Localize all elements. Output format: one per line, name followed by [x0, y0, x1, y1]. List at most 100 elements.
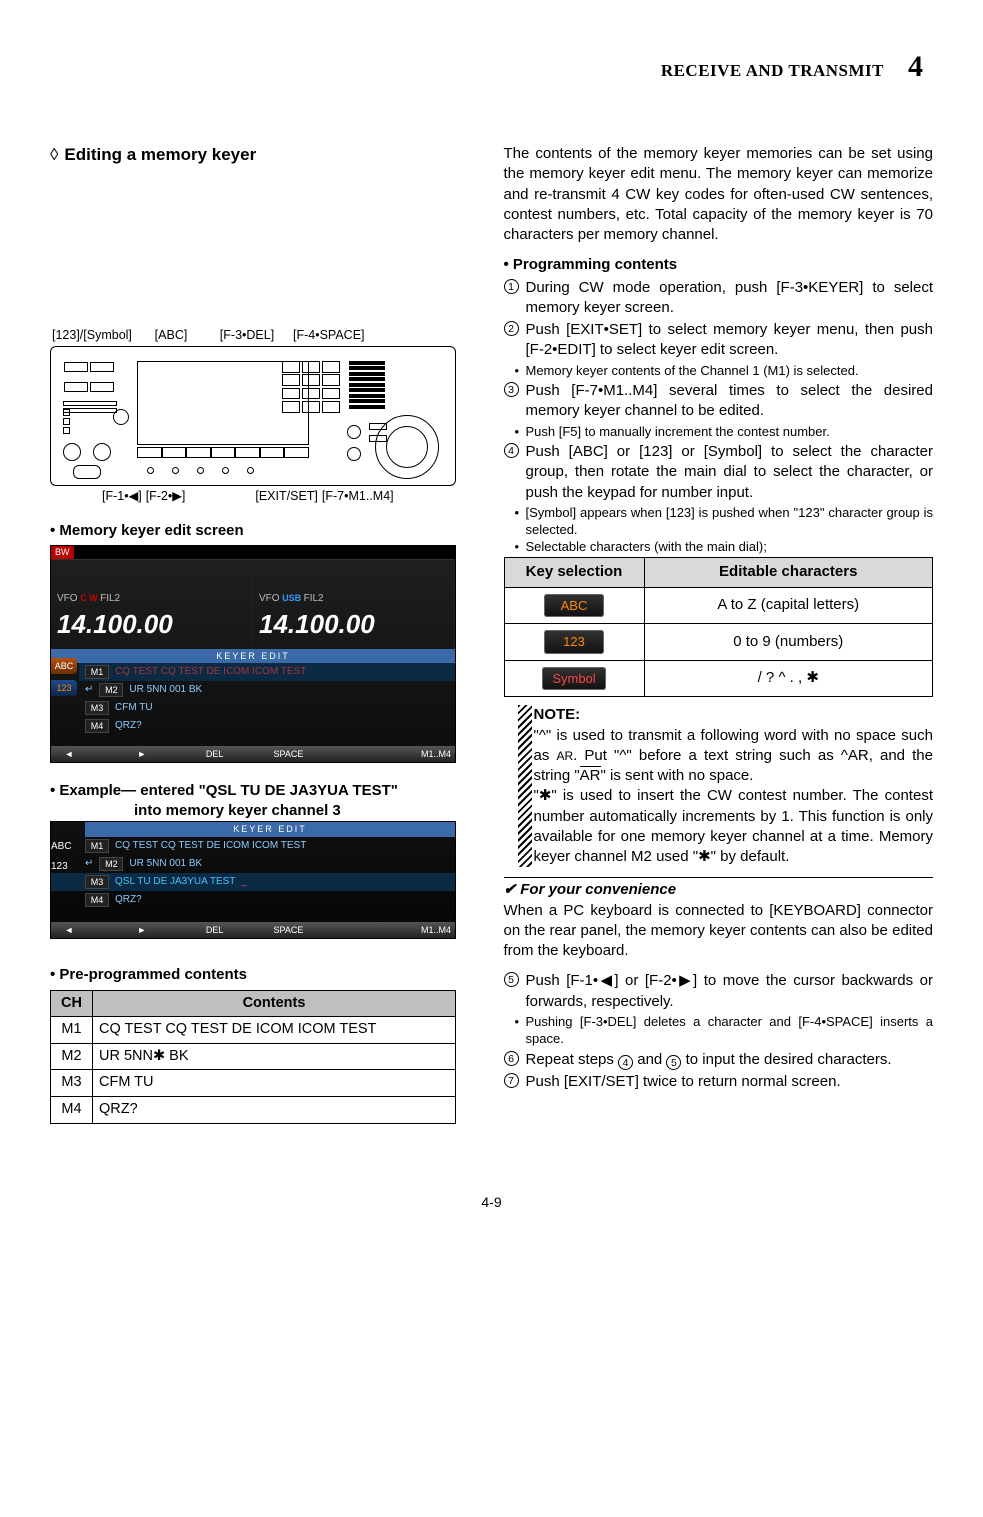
step-5: 5 Push [F-1•◀] or [F-2•▶] to move the cur…	[504, 971, 934, 1012]
step-num-6: 6	[504, 1051, 519, 1066]
shot1: BW VFO C W FIL2 14.100.00 VFO USB	[50, 545, 456, 763]
page-footer: 4-9	[50, 1194, 933, 1210]
pre-th-row: CH Contents	[51, 990, 456, 1017]
shot2-m4: M4 QRZ?	[51, 891, 455, 909]
shot1-ke-label: KEYER EDIT	[51, 649, 455, 663]
shot1-softkeys: ◄ ► DEL SPACE M1..M4	[51, 746, 455, 762]
radio-pill	[73, 465, 101, 479]
step-list-4: 4Push [ABC] or [123] or [Symbol] to sele…	[504, 442, 934, 503]
shot1-m3-t: CFM TU	[115, 701, 153, 715]
kt-r1-key: ABC	[504, 587, 644, 624]
kt-row-2: 123 0 to 9 (numbers)	[504, 624, 933, 661]
sk2-right-icon: ►	[128, 924, 156, 936]
subheading-row: ◊ Editing a memory keyer	[50, 144, 480, 167]
radio-diagram-block: [123]/[Symbol] [ABC] [F-3•DEL] [F-4•SPAC…	[50, 327, 480, 505]
shot2-tab-abc: ABC	[51, 840, 72, 854]
shot1-usb: USB	[282, 593, 301, 603]
badge-symbol: Symbol	[542, 667, 605, 691]
shot1-m1-t: CQ TEST CQ TEST DE ICOM ICOM TEST	[115, 665, 306, 679]
kt-r3-val: / ? ^ . , ✱	[644, 660, 933, 697]
preprog-table: CH Contents M1 CQ TEST CQ TEST DE ICOM I…	[50, 990, 456, 1124]
subheading: Editing a memory keyer	[64, 144, 256, 167]
radio-knob-5	[347, 447, 361, 461]
step-num-3: 3	[504, 382, 519, 397]
shot2-softkeys: ◄ ► DEL SPACE M1..M4	[51, 922, 455, 938]
step-2: 2Push [EXIT•SET] to select memory keyer …	[504, 320, 934, 361]
step-num-7: 7	[504, 1073, 519, 1088]
shot2-tab-123: 123	[51, 860, 72, 874]
shot2-m1-k: M1	[85, 839, 109, 853]
radio-main-dial	[375, 415, 439, 479]
kt-r1-val: A to Z (capital letters)	[644, 587, 933, 624]
left-column: ◊ Editing a memory keyer [123]/[Symbol] …	[50, 144, 480, 1124]
pre-r2-c: UR 5NN✱ BK	[93, 1043, 456, 1070]
sk-m1m4: M1..M4	[421, 748, 451, 760]
annot-bot-1: [F-1•◀]	[102, 488, 142, 505]
radio-right-bars	[349, 361, 385, 411]
annot-top-1: [123]/[Symbol]	[52, 327, 140, 344]
radio-fn-row	[137, 447, 309, 458]
shot1-head: • Memory keyer edit screen	[50, 521, 480, 541]
pre-r1-ch: M1	[51, 1017, 93, 1044]
step-2-text: Push [EXIT•SET] to select memory keyer m…	[526, 321, 934, 358]
pre-row-2: M2 UR 5NN✱ BK	[51, 1043, 456, 1070]
check-icon: ✔	[504, 881, 517, 898]
step-5-text: Push [F-1•◀] or [F-2•▶] to move the curs…	[526, 972, 934, 1009]
pre-r3-ch: M3	[51, 1070, 93, 1097]
intro-paragraph: The contents of the memory keyer memorie…	[504, 144, 934, 245]
step-num-5: 5	[504, 972, 519, 987]
annot-top-2: [ABC]	[141, 327, 201, 344]
shot1-m3: M3 CFM TU	[79, 699, 455, 717]
annot-row-top: [123]/[Symbol] [ABC] [F-3•DEL] [F-4•SPAC…	[52, 327, 480, 344]
ref-4-icon: 4	[618, 1055, 633, 1070]
step-list-5: 5 Push [F-1•◀] or [F-2•▶] to move the cur…	[504, 971, 934, 1012]
pre-r1-c: CQ TEST CQ TEST DE ICOM ICOM TEST	[93, 1017, 456, 1044]
shot2-m2-t: UR 5NN 001 BK	[129, 857, 202, 871]
step-list-6: 6Repeat steps 4 and 5 to input the desir…	[504, 1050, 934, 1093]
pre-th-ch: CH	[51, 990, 93, 1017]
chapter-number: 4	[908, 50, 923, 84]
shot2-left-tabs: ABC 123	[51, 840, 72, 873]
tab-abc: ABC	[51, 658, 77, 674]
shot1-freq-r: 14.100.00	[259, 607, 448, 642]
shot1-fil2-l: FIL2	[100, 593, 120, 604]
pre-row-1: M1 CQ TEST CQ TEST DE ICOM ICOM TEST	[51, 1017, 456, 1044]
step-6-b: to input the desired characters.	[681, 1051, 891, 1068]
sk-space: SPACE	[273, 748, 303, 760]
shot1-fil2-r: FIL2	[304, 593, 324, 604]
annot-bot-4: [F-7•M1..M4]	[322, 488, 394, 505]
enter-icon: ↵	[85, 683, 93, 697]
kt-h2: Editable characters	[644, 558, 933, 587]
shot1-vfo-l: VFO	[57, 593, 78, 604]
note-ar-1: AR	[556, 749, 573, 763]
shot2-m3: M3 QSL TU DE JA3YUA TEST_	[51, 873, 455, 891]
step-6-mid: and	[633, 1051, 666, 1068]
shot1-m2: ↵ M2 UR 5NN 001 BK	[79, 681, 455, 699]
step-3-sub: Push [F5] to manually increment the cont…	[504, 423, 934, 441]
shot2-m3-k: M3	[85, 875, 109, 889]
radio-side-buttons	[63, 359, 121, 399]
example-head-1: • Example— entered "QSL TU DE JA3YUA TES…	[50, 781, 480, 801]
annot-row-bot: [F-1•◀] [F-2•▶] [EXIT/SET] [F-7•M1..M4]	[50, 488, 480, 505]
shot2-m1-t: CQ TEST CQ TEST DE ICOM ICOM TEST	[115, 839, 306, 853]
step-3: 3Push [F-7•M1..M4] several times to sele…	[504, 381, 934, 422]
kt-r2-key: 123	[504, 624, 644, 661]
shot1-rows: M1 CQ TEST CQ TEST DE ICOM ICOM TEST ↵ M…	[51, 663, 455, 736]
section-name: RECEIVE AND TRANSMIT	[661, 61, 884, 81]
shot1-m1-k: M1	[85, 665, 109, 679]
annot-bot-2: [F-2•▶]	[146, 488, 186, 505]
shot1-topbar: BW	[51, 546, 455, 560]
note-p2: "✱" is used to insert the CW contest num…	[534, 787, 934, 865]
badge-abc: ABC	[544, 594, 604, 618]
example-head-2: into memory keyer channel 3	[50, 801, 480, 821]
diamond-icon: ◊	[50, 144, 58, 167]
radio-knob-1	[63, 443, 81, 461]
step-num-4: 4	[504, 443, 519, 458]
kt-row-1: ABC A to Z (capital letters)	[504, 587, 933, 624]
shot1-split: VFO C W FIL2 14.100.00 VFO USB FIL2 14.1…	[51, 560, 455, 649]
conv-divider	[504, 877, 934, 878]
annot-top-3: [F-3•DEL]	[202, 327, 292, 344]
kt-row-3: Symbol / ? ^ . , ✱	[504, 660, 933, 697]
sk2-left-icon: ◄	[55, 924, 83, 936]
conv-head-text: For your convenience	[516, 881, 676, 898]
